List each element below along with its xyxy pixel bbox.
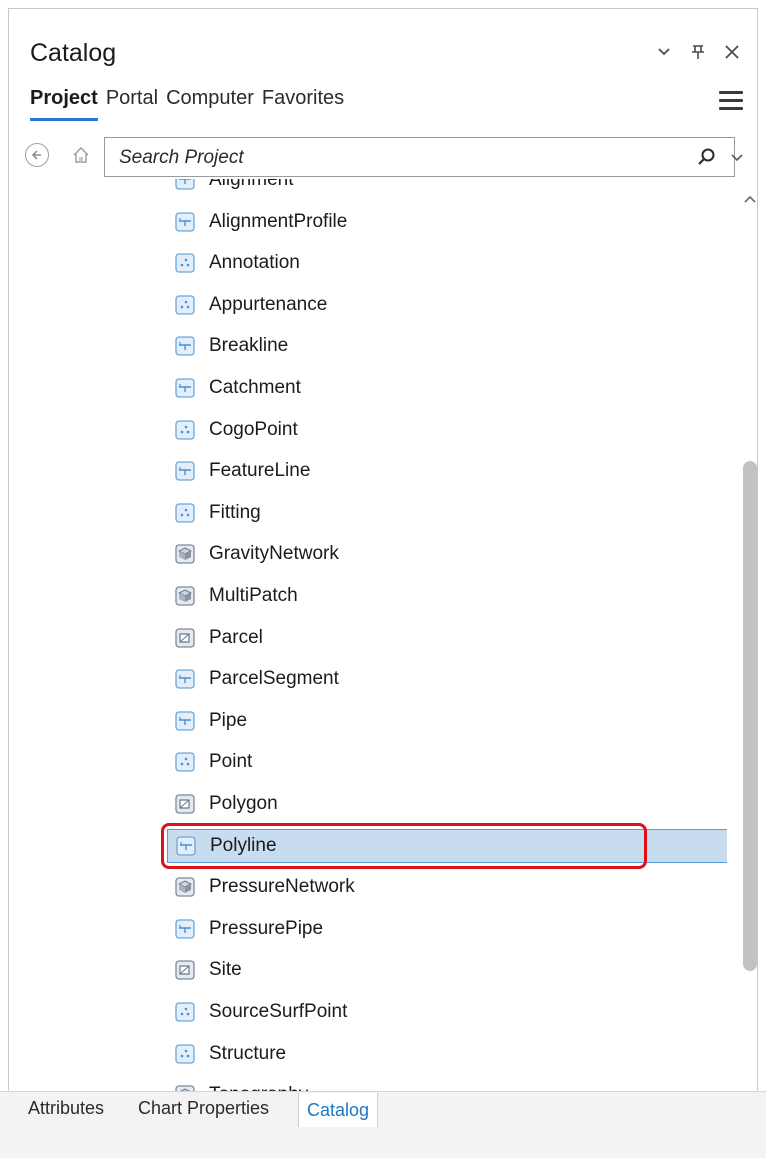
list-item[interactable]: Catchment bbox=[167, 371, 727, 405]
point-fc-icon bbox=[175, 1002, 195, 1022]
list-item[interactable]: SourceSurfPoint bbox=[167, 995, 727, 1029]
point-fc-icon bbox=[175, 1043, 195, 1064]
search-input[interactable]: Search Project bbox=[104, 137, 735, 177]
chevron-down-icon[interactable] bbox=[729, 149, 745, 165]
list-item[interactable]: PressureNetwork bbox=[167, 870, 727, 904]
list-item[interactable]: MultiPatch bbox=[167, 579, 727, 613]
tab-computer[interactable]: Computer bbox=[166, 87, 254, 121]
list-item-label: FeatureLine bbox=[209, 460, 311, 482]
catalog-tabs: Project Portal Computer Favorites bbox=[30, 87, 344, 121]
list-item[interactable]: Point bbox=[167, 745, 727, 779]
list-item-label: PressureNetwork bbox=[209, 876, 355, 898]
tab-project[interactable]: Project bbox=[30, 87, 98, 121]
polygon-fc-icon bbox=[175, 794, 195, 814]
line-fc-icon bbox=[175, 461, 195, 481]
list-item[interactable]: CogoPoint bbox=[167, 413, 727, 447]
bottom-tab-bar bbox=[0, 1091, 766, 1158]
polygon-fc-icon bbox=[175, 627, 195, 648]
pane-title: Catalog bbox=[30, 39, 117, 67]
tab-favorites[interactable]: Favorites bbox=[262, 87, 344, 121]
line-fc-icon bbox=[175, 179, 195, 190]
line-fc-icon bbox=[175, 378, 195, 398]
list-item-label: Polygon bbox=[209, 793, 278, 814]
point-fc-icon bbox=[175, 752, 195, 773]
pin-icon[interactable] bbox=[689, 43, 707, 61]
list-item[interactable]: Parcel bbox=[167, 621, 727, 655]
point-fc-icon bbox=[175, 295, 195, 315]
multipatch-fc-icon bbox=[175, 544, 195, 565]
list-item-label: AlignmentProfile bbox=[209, 210, 348, 232]
chevron-down-icon[interactable] bbox=[655, 43, 673, 61]
list-item-label: Appurtenance bbox=[209, 293, 328, 315]
list-item-label: PressurePipe bbox=[209, 917, 324, 939]
list-item[interactable]: PressurePipe bbox=[167, 912, 727, 946]
line-fc-icon bbox=[175, 336, 195, 357]
list-item-label: Annotation bbox=[209, 252, 300, 274]
list-item[interactable]: FeatureLine bbox=[167, 454, 727, 488]
list-item[interactable]: GravityNetwork bbox=[167, 537, 727, 571]
list-item[interactable]: Structure bbox=[167, 1037, 727, 1071]
list-item[interactable]: Alignment bbox=[167, 179, 727, 197]
list-item[interactable]: AlignmentProfile bbox=[167, 205, 727, 239]
list-item[interactable]: Breakline bbox=[167, 329, 727, 363]
catalog-tree: Alignment AlignmentProfile Annotation Appur… bbox=[9, 179, 727, 1103]
list-item-label: ParcelSegment bbox=[209, 668, 339, 690]
list-item-label: Site bbox=[209, 959, 242, 981]
multipatch-fc-icon bbox=[175, 877, 195, 897]
polygon-fc-icon bbox=[175, 960, 195, 981]
home-icon[interactable] bbox=[71, 145, 91, 165]
line-fc-icon bbox=[175, 711, 195, 731]
list-item-label: Point bbox=[209, 751, 253, 773]
list-item-label: MultiPatch bbox=[209, 585, 298, 606]
list-item-label: Alignment bbox=[209, 179, 294, 190]
point-fc-icon bbox=[175, 253, 195, 273]
hamburger-menu-icon[interactable] bbox=[719, 91, 743, 111]
list-item[interactable]: Polygon bbox=[167, 787, 727, 821]
window-buttons bbox=[655, 43, 741, 61]
list-item[interactable]: Appurtenance bbox=[167, 288, 727, 322]
list-item[interactable]: Fitting bbox=[167, 496, 727, 530]
annotation-highlight-box bbox=[161, 823, 647, 869]
list-item[interactable]: Annotation bbox=[167, 246, 727, 280]
scroll-up-icon[interactable] bbox=[740, 191, 760, 207]
list-item[interactable]: Site bbox=[167, 953, 727, 987]
scrollbar-thumb[interactable] bbox=[743, 461, 757, 971]
search-placeholder: Search Project bbox=[119, 147, 244, 168]
tab-catalog[interactable]: Catalog bbox=[298, 1093, 379, 1127]
list-item-label: Structure bbox=[209, 1042, 287, 1064]
line-fc-icon bbox=[175, 669, 195, 689]
tab-chart-properties[interactable]: Chart Properties bbox=[138, 1098, 269, 1119]
multipatch-fc-icon bbox=[175, 586, 195, 606]
list-item-label: Breakline bbox=[209, 335, 289, 357]
list-item-label: Fitting bbox=[209, 501, 261, 523]
back-arrow-icon[interactable] bbox=[25, 143, 49, 167]
list-item-label: CogoPoint bbox=[209, 418, 298, 440]
list-item[interactable]: ParcelSegment bbox=[167, 662, 727, 696]
list-item-label: GravityNetwork bbox=[209, 543, 339, 565]
tab-portal[interactable]: Portal bbox=[106, 87, 158, 121]
list-item-label: Parcel bbox=[209, 626, 263, 648]
point-fc-icon bbox=[175, 419, 195, 440]
tab-attributes[interactable]: Attributes bbox=[28, 1098, 104, 1119]
list-item[interactable]: Pipe bbox=[167, 704, 727, 738]
list-item-label: Pipe bbox=[209, 709, 248, 731]
line-fc-icon bbox=[175, 919, 195, 939]
close-icon[interactable] bbox=[723, 43, 741, 61]
list-item-label: Catchment bbox=[209, 377, 301, 398]
point-fc-icon bbox=[175, 503, 195, 523]
search-icon[interactable] bbox=[696, 147, 716, 167]
catalog-pane: Catalog Project Portal Computer Favorite… bbox=[8, 8, 758, 1157]
list-item-label: SourceSurfPoint bbox=[209, 1001, 348, 1022]
line-fc-icon bbox=[175, 211, 195, 232]
